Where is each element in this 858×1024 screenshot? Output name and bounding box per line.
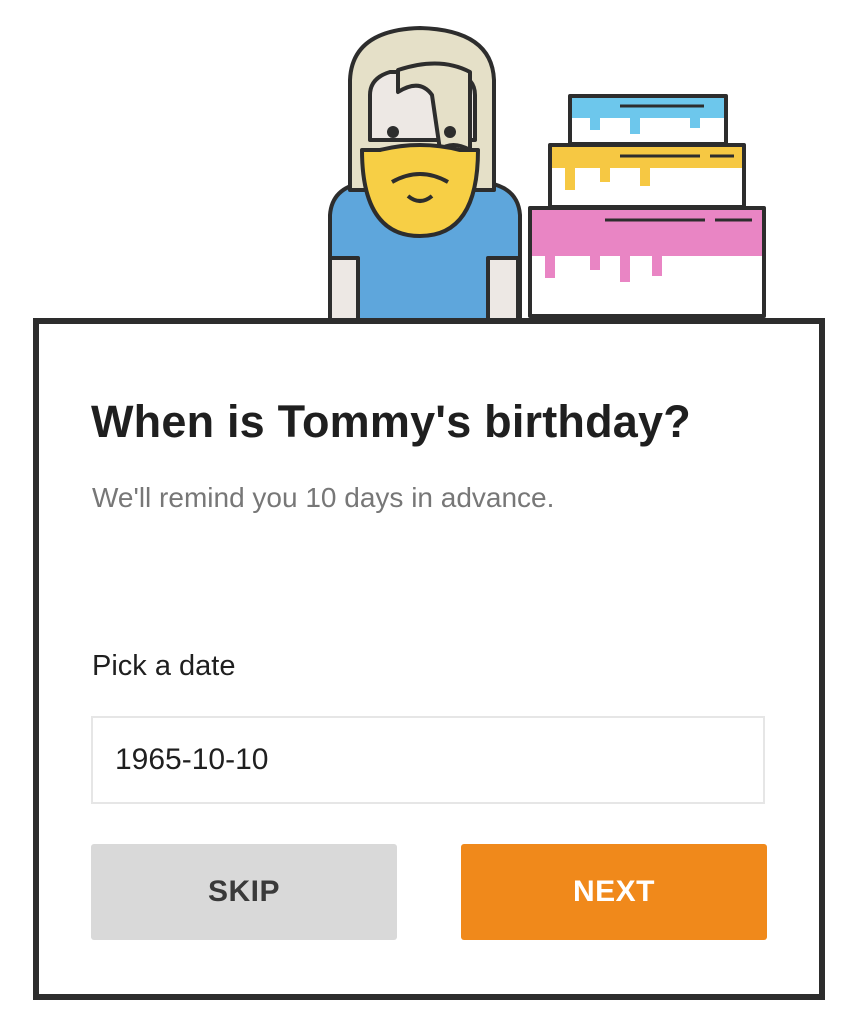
date-field-label: Pick a date — [92, 650, 236, 682]
birthday-dialog: When is Tommy's birthday? We'll remind y… — [33, 318, 825, 1000]
next-button[interactable]: NEXT — [461, 844, 767, 940]
layered-birthday-cake-icon — [528, 94, 766, 318]
bearded-person-icon — [328, 26, 522, 324]
dialog-subtitle: We'll remind you 10 days in advance. — [92, 482, 555, 513]
dialog-title: When is Tommy's birthday? — [91, 396, 691, 447]
date-input[interactable] — [91, 716, 765, 804]
header-illustration — [328, 26, 766, 324]
skip-button[interactable]: SKIP — [91, 844, 397, 940]
